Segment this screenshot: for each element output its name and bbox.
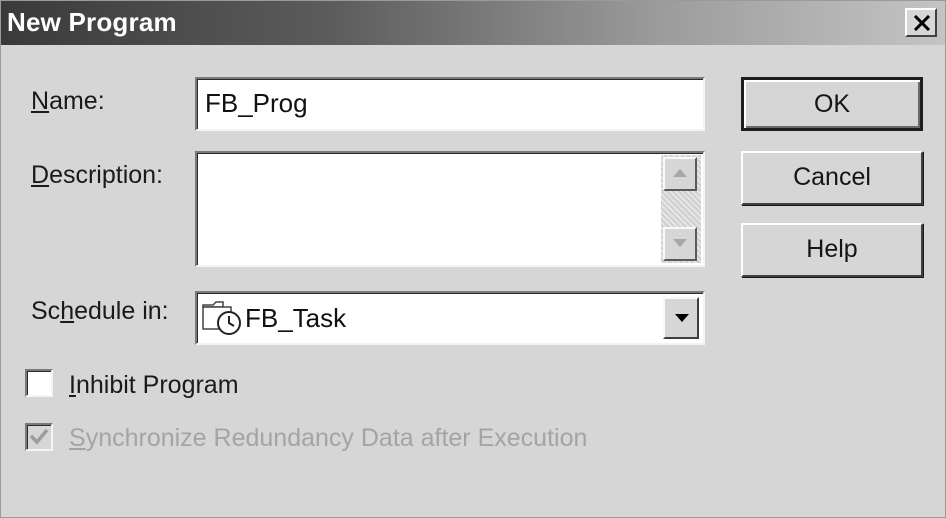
arrow-down-icon [673, 239, 687, 247]
name-label: Name: [31, 87, 105, 115]
checkmark-icon [29, 428, 49, 445]
arrow-up-icon [673, 169, 687, 177]
cancel-button[interactable]: Cancel [741, 151, 923, 205]
close-icon [913, 15, 931, 31]
new-program-dialog: New Program Name: FB_Prog Description: S… [0, 0, 946, 518]
title-bar[interactable]: New Program [1, 1, 945, 45]
scroll-up-button[interactable] [663, 157, 697, 191]
inhibit-program-label[interactable]: Inhibit Program [69, 371, 239, 400]
task-folder-clock-icon [202, 301, 241, 335]
name-value: FB_Prog [205, 88, 308, 118]
dialog-title: New Program [7, 7, 177, 37]
sync-redundancy-label: Synchronize Redundancy Data after Execut… [69, 424, 588, 452]
inhibit-program-checkbox[interactable] [25, 369, 53, 397]
schedule-dropdown-button[interactable] [663, 297, 699, 339]
description-field[interactable] [195, 151, 705, 267]
sync-redundancy-checkbox[interactable] [25, 423, 53, 451]
description-label: Description: [31, 161, 164, 189]
close-button[interactable] [905, 8, 937, 37]
name-field[interactable]: FB_Prog [195, 77, 705, 131]
schedule-label: Schedule in: [31, 297, 169, 325]
scroll-down-button[interactable] [663, 227, 697, 261]
schedule-dropdown[interactable]: FB_Task [195, 291, 705, 345]
help-button[interactable]: Help [741, 223, 923, 277]
ok-button[interactable]: OK [741, 77, 923, 131]
schedule-value: FB_Task [245, 303, 347, 333]
chevron-down-icon [675, 314, 689, 322]
